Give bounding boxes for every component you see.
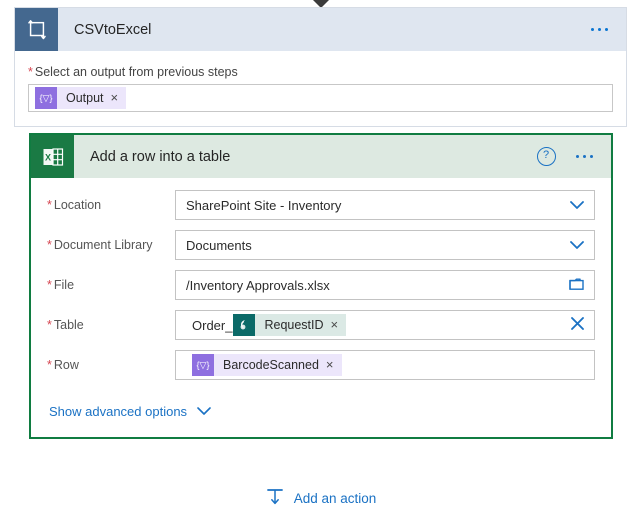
table-prefix-text: Order_ xyxy=(192,317,233,333)
insert-action-icon xyxy=(265,487,285,510)
question-mark-icon[interactable]: ? xyxy=(536,147,556,166)
excel-action-card[interactable]: X Add a row into a table ? * Location Sha… xyxy=(29,133,613,439)
excel-icon: X xyxy=(31,135,74,178)
token-output[interactable]: {▽} Output × xyxy=(35,87,127,109)
form-row-document-library: * Document Library Documents xyxy=(31,230,611,260)
chevron-down-icon[interactable] xyxy=(566,238,588,252)
row-value: {▽} BarcodeScanned × xyxy=(186,354,588,376)
expression-token-icon: {▽} xyxy=(35,87,57,109)
token-request-id[interactable]: RequestID × xyxy=(233,314,347,336)
location-dropdown[interactable]: SharePoint Site - Inventory xyxy=(175,190,595,220)
table-value: Order_ RequestID × xyxy=(186,314,566,336)
token-barcode-scanned[interactable]: {▽} BarcodeScanned × xyxy=(192,354,342,376)
output-field-label: * Select an output from previous steps xyxy=(28,65,613,79)
row-label: * Row xyxy=(47,358,175,372)
row-label-text: Row xyxy=(53,358,79,372)
token-label: BarcodeScanned xyxy=(223,358,319,372)
location-label-text: Location xyxy=(53,198,102,212)
convert-transform-icon xyxy=(15,8,58,51)
excel-card-header[interactable]: X Add a row into a table ? xyxy=(31,135,611,178)
document-library-label: * Document Library xyxy=(47,238,175,252)
excel-card-title: Add a row into a table xyxy=(90,148,231,165)
required-asterisk: * xyxy=(47,318,52,332)
token-remove-icon[interactable]: × xyxy=(331,314,347,336)
trigger-card-title: CSVtoExcel xyxy=(74,21,152,38)
required-asterisk: * xyxy=(28,65,33,79)
file-label: * File xyxy=(47,278,175,292)
show-advanced-options-link[interactable]: Show advanced options xyxy=(49,404,187,419)
required-asterisk: * xyxy=(47,358,52,372)
token-remove-icon[interactable]: × xyxy=(326,354,342,376)
chevron-down-icon[interactable] xyxy=(566,198,588,212)
add-action-label: Add an action xyxy=(293,491,377,506)
file-picker-input[interactable]: /Inventory Approvals.xlsx xyxy=(175,270,595,300)
output-field-label-text: Select an output from previous steps xyxy=(34,65,238,79)
folder-icon[interactable] xyxy=(566,277,588,293)
excel-overflow-menu-icon[interactable] xyxy=(575,154,593,159)
trigger-card[interactable]: CSVtoExcel * Select an output from previo… xyxy=(14,7,627,127)
table-token-input[interactable]: Order_ RequestID × xyxy=(175,310,595,340)
file-value: /Inventory Approvals.xlsx xyxy=(186,277,330,293)
required-asterisk: * xyxy=(47,278,52,292)
trigger-card-body: * Select an output from previous steps {▽… xyxy=(15,51,626,126)
document-library-dropdown[interactable]: Documents xyxy=(175,230,595,260)
trigger-card-header[interactable]: CSVtoExcel xyxy=(15,8,626,51)
show-advanced-options-row[interactable]: Show advanced options xyxy=(31,390,611,437)
document-library-label-text: Document Library xyxy=(53,238,153,252)
excel-card-body: * Location SharePoint Site - Inventory * D… xyxy=(31,178,611,437)
required-asterisk: * xyxy=(47,198,52,212)
form-row-file: * File /Inventory Approvals.xlsx xyxy=(31,270,611,300)
expression-token-icon: {▽} xyxy=(192,354,214,376)
output-token-input[interactable]: {▽} Output × xyxy=(28,84,613,112)
table-label: * Table xyxy=(47,318,175,332)
token-label: RequestID xyxy=(264,318,324,332)
svg-text:X: X xyxy=(44,152,50,162)
form-row-table: * Table Order_ RequestID × xyxy=(31,310,611,340)
table-label-text: Table xyxy=(53,318,84,332)
required-asterisk: * xyxy=(47,238,52,252)
trigger-overflow-menu-icon[interactable] xyxy=(590,27,608,32)
sharepoint-token-icon xyxy=(233,314,256,336)
form-row-location: * Location SharePoint Site - Inventory xyxy=(31,190,611,220)
location-value: SharePoint Site - Inventory xyxy=(186,197,342,213)
token-remove-icon[interactable]: × xyxy=(111,87,127,109)
chevron-down-icon[interactable] xyxy=(197,405,211,419)
add-action-button[interactable]: Add an action xyxy=(0,487,641,510)
document-library-value: Documents xyxy=(186,237,252,253)
file-label-text: File xyxy=(53,278,75,292)
row-token-input[interactable]: {▽} BarcodeScanned × xyxy=(175,350,595,380)
location-label: * Location xyxy=(47,198,175,212)
form-row-row: * Row {▽} BarcodeScanned × xyxy=(31,350,611,380)
token-label: Output xyxy=(66,91,104,105)
clear-x-icon[interactable] xyxy=(566,316,588,335)
